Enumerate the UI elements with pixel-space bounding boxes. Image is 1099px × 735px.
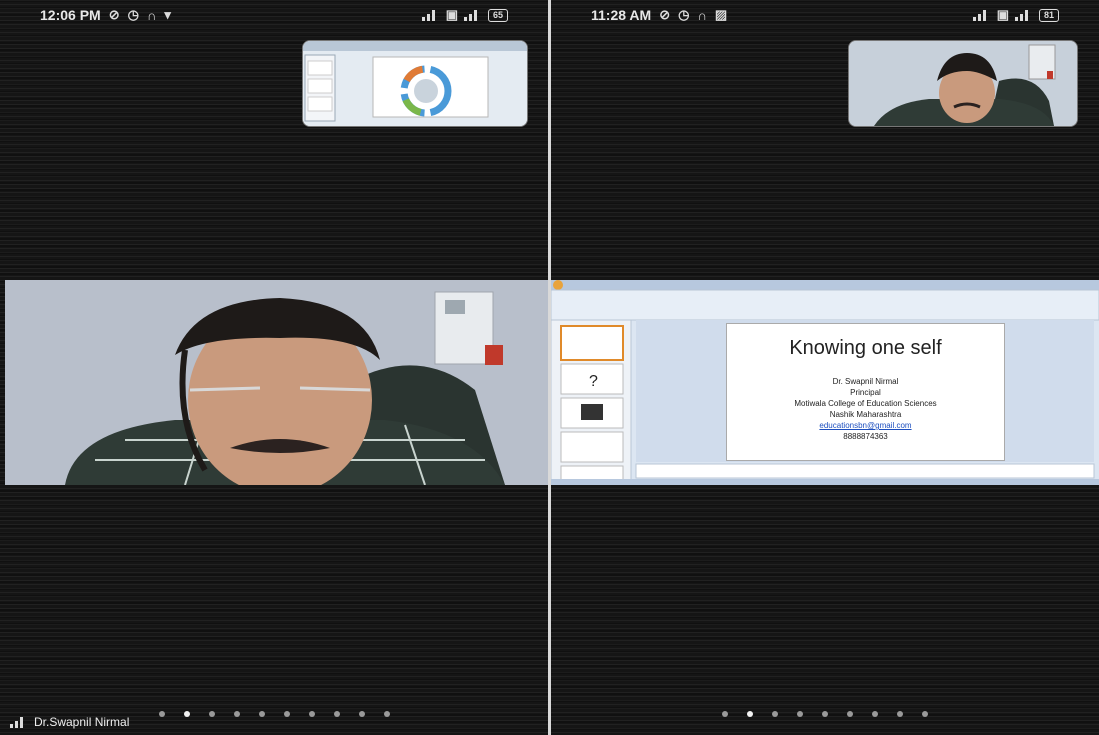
headphones-icon: ∩ xyxy=(146,7,157,23)
alarm-icon: ◷ xyxy=(127,7,139,22)
slide-line: Nashik Maharashtra xyxy=(829,410,902,419)
page-dot[interactable] xyxy=(233,711,240,717)
clock-time: 11:28 AM xyxy=(591,7,652,23)
page-dot[interactable] xyxy=(208,711,215,717)
page-dot[interactable] xyxy=(722,711,728,717)
signal-4g-icon xyxy=(1014,9,1033,21)
page-dot[interactable] xyxy=(183,711,190,717)
right-screenshot: 11:28 AM ⊘ ◷ ∩ ▨ ▣ 81 ? Knowing one self… xyxy=(551,0,1099,735)
slide-line: Dr. Swapnil Nirmal xyxy=(832,377,899,386)
page-dot[interactable] xyxy=(797,711,803,717)
status-bar: 11:28 AM ⊘ ◷ ∩ ▨ ▣ 81 xyxy=(551,0,1099,30)
clock-time: 12:06 PM xyxy=(40,7,101,23)
battery-icon: 81 xyxy=(1038,8,1059,22)
headphones-icon: ∩ xyxy=(697,7,707,23)
page-dot[interactable] xyxy=(283,711,290,717)
page-dot[interactable] xyxy=(772,711,778,717)
page-dot[interactable] xyxy=(333,711,340,717)
page-dot[interactable] xyxy=(158,711,165,717)
presentation-thumbnail-icon xyxy=(303,41,527,126)
self-video-thumbnail[interactable] xyxy=(848,40,1078,127)
slide-title: Knowing one self xyxy=(789,337,942,359)
page-dot[interactable] xyxy=(383,711,390,717)
presentation-slide: Knowing one self Dr. Swapnil Nirmal Prin… xyxy=(726,323,1005,461)
page-dot[interactable] xyxy=(872,711,878,717)
person-thumbnail-icon xyxy=(849,41,1077,126)
left-screenshot: 12:06 PM ⊘ ◷ ∩ ▾ ▣ 65 Dr.Swapnil Nirmal xyxy=(0,0,548,735)
slide-line: Principal xyxy=(850,388,881,397)
shared-screen-thumbnail[interactable] xyxy=(302,40,528,127)
page-dot[interactable] xyxy=(358,711,365,717)
mute-icon: ⊘ xyxy=(108,7,120,22)
page-indicator[interactable] xyxy=(551,711,1099,717)
alarm-icon: ◷ xyxy=(678,7,690,22)
page-dot[interactable] xyxy=(922,711,928,717)
participant-label: Dr.Swapnil Nirmal xyxy=(10,715,129,729)
page-dot[interactable] xyxy=(258,711,265,717)
participant-name: Dr.Swapnil Nirmal xyxy=(34,715,130,729)
svg-text:?: ? xyxy=(589,373,598,390)
image-notification-icon: ▨ xyxy=(714,7,728,22)
page-dot[interactable] xyxy=(747,711,753,717)
slide-line: Motiwala College of Education Sciences xyxy=(794,399,937,408)
status-bar: 12:06 PM ⊘ ◷ ∩ ▾ ▣ 65 xyxy=(0,0,548,30)
signal-icon xyxy=(421,9,440,21)
volte-icon: ▣ xyxy=(445,7,458,22)
slide-phone: 8888874363 xyxy=(843,432,888,441)
page-dot[interactable] xyxy=(897,711,903,717)
slide-email-link[interactable]: educationsbn@gmail.com xyxy=(727,420,1004,431)
participant-video[interactable] xyxy=(5,280,548,485)
battery-icon: 65 xyxy=(487,8,508,22)
notification-icon: ▾ xyxy=(164,7,171,22)
page-dot[interactable] xyxy=(308,711,315,717)
person-video-icon xyxy=(5,280,548,485)
signal-4g-icon xyxy=(463,9,482,21)
mute-icon: ⊘ xyxy=(659,7,671,22)
shared-presentation[interactable]: ? Knowing one self Dr. Swapnil Nirmal Pr… xyxy=(551,280,1099,485)
page-dot[interactable] xyxy=(822,711,828,717)
signal-icon xyxy=(972,9,991,21)
page-dot[interactable] xyxy=(847,711,853,717)
volte-icon: ▣ xyxy=(996,7,1009,22)
audio-signal-icon xyxy=(10,716,28,728)
